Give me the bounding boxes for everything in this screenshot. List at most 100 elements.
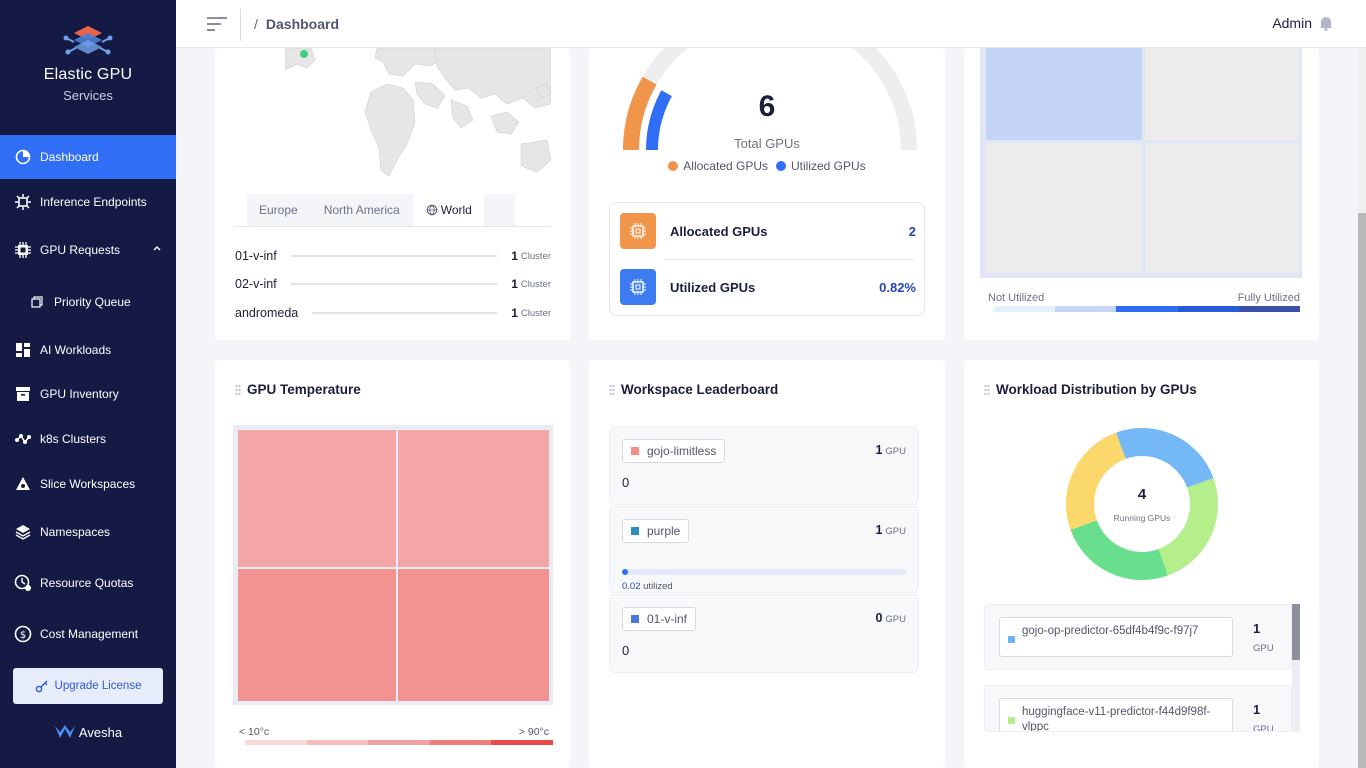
sidebar-item-ai-workloads[interactable]: AI Workloads — [0, 328, 176, 372]
treemap-cell[interactable] — [986, 143, 1142, 273]
breadcrumb-separator: / — [254, 16, 258, 32]
sidebar-item-cost-management[interactable]: $ Cost Management — [0, 612, 176, 656]
world-map[interactable] — [285, 48, 551, 194]
sidebar-item-label: GPU Inventory — [40, 387, 119, 401]
workspace-name: purple — [647, 524, 681, 538]
user-menu[interactable]: Admin — [1272, 15, 1334, 31]
sidebar-item-gpu-requests[interactable]: GPU Requests — [0, 228, 176, 272]
cluster-count: 1 — [511, 249, 518, 263]
page-scrollbar[interactable] — [1358, 48, 1366, 768]
legend-utilized-label: Utilized GPUs — [791, 159, 866, 173]
gpu-temperature-card: GPU Temperature < 10°c > 90°c — [215, 360, 570, 768]
allocated-gpus-label: Allocated GPUs — [670, 223, 768, 239]
sidebar-item-namespaces[interactable]: Namespaces — [0, 510, 176, 554]
total-gpus-label: Total GPUs — [734, 136, 800, 151]
cluster-row[interactable]: andromeda 1 Cluster — [235, 303, 551, 323]
upgrade-license-label: Upgrade License — [54, 680, 142, 692]
treemap-cell[interactable] — [1145, 48, 1300, 140]
workload-name: huggingface-v11-predictor-f44d9f98f-vlpp… — [1022, 706, 1211, 732]
leaderboard-item[interactable]: purple 1 GPU 0.02 utilized — [609, 506, 919, 593]
utilization-treemap — [980, 48, 1302, 278]
cluster-nodes-icon — [14, 430, 32, 448]
workspace-gpus: 0 GPU — [875, 611, 906, 625]
workspace-color-icon — [631, 615, 639, 623]
sidebar-item-label: Slice Workspaces — [40, 477, 136, 491]
utilization-legend-bar — [994, 306, 1301, 312]
utilization-progress-fill — [622, 569, 628, 575]
legend-utilized: Utilized GPUs — [776, 159, 866, 173]
inventory-box-icon — [14, 385, 32, 403]
gpu-count: 1 — [875, 523, 883, 537]
workspace-icon — [14, 475, 32, 493]
divider — [664, 259, 914, 260]
card-title: Workspace Leaderboard — [609, 382, 778, 397]
quota-clock-icon — [14, 574, 32, 592]
cluster-count: 1 — [511, 277, 518, 291]
workload-item[interactable]: huggingface-v11-predictor-f44d9f98f-vlpp… — [984, 685, 1292, 732]
treemap-cell[interactable] — [398, 569, 549, 701]
treemap-cell[interactable] — [1145, 143, 1300, 273]
divider — [235, 226, 551, 227]
bell-icon[interactable] — [1318, 15, 1334, 31]
treemap-cell[interactable] — [238, 430, 396, 567]
sidebar-item-resource-quotas[interactable]: Resource Quotas — [0, 561, 176, 605]
cost-coin-icon: $ — [14, 625, 32, 643]
cluster-unit: Cluster — [520, 307, 551, 319]
leaderboard-item[interactable]: 01-v-inf 0 GPU 0 — [609, 594, 919, 673]
breadcrumb-current[interactable]: Dashboard — [266, 16, 339, 32]
leaderboard-item[interactable]: gojo-limitless 1 GPU 0 — [609, 426, 919, 505]
workload-list-scrollbar[interactable] — [1292, 604, 1300, 732]
cluster-bar — [312, 312, 498, 314]
sidebar-item-dashboard[interactable]: Dashboard — [0, 135, 176, 179]
treemap-cell[interactable] — [986, 48, 1142, 140]
card-title-label: Workspace Leaderboard — [621, 382, 779, 397]
workload-gpu-count: 1 — [1253, 621, 1261, 636]
sidebar-item-k8s-clusters[interactable]: k8s Clusters — [0, 417, 176, 461]
scrollbar-thumb[interactable] — [1292, 604, 1300, 660]
tab-europe[interactable]: Europe — [247, 194, 310, 226]
workload-gpu-unit: GPU — [1253, 643, 1274, 654]
chevron-up-icon[interactable] — [152, 243, 162, 253]
treemap-cell[interactable] — [238, 569, 396, 701]
layers-icon — [14, 523, 32, 541]
drag-handle-icon[interactable] — [609, 384, 615, 396]
sidebar-item-priority-queue[interactable]: Priority Queue — [0, 280, 176, 324]
breadcrumb: / Dashboard — [254, 16, 339, 32]
app-logo: Elastic GPU Services — [0, 24, 176, 103]
utilization-value: 0.02 — [622, 581, 641, 592]
drag-handle-icon[interactable] — [984, 384, 990, 396]
menu-toggle-icon[interactable] — [206, 16, 228, 32]
gpu-unit: GPU — [885, 446, 906, 457]
workload-item[interactable]: gojo-op-predictor-65df4b4f9c-f97j7 1 GPU — [984, 604, 1292, 670]
tab-world-label: World — [440, 203, 472, 217]
sidebar-item-slice-workspaces[interactable]: Slice Workspaces — [0, 462, 176, 506]
sidebar-item-gpu-inventory[interactable]: GPU Inventory — [0, 372, 176, 416]
cluster-count: 1 — [511, 306, 518, 320]
cluster-row[interactable]: 01-v-inf 1 Cluster — [235, 246, 551, 266]
legend-allocated: Allocated GPUs — [668, 159, 768, 173]
cluster-row[interactable]: 02-v-inf 1 Cluster — [235, 274, 551, 294]
header-divider — [240, 9, 241, 41]
allocated-chip-icon — [620, 213, 656, 249]
workspace-color-icon — [631, 447, 639, 455]
legend-low-label: < 10°c — [239, 726, 270, 738]
utilization-text: 0.02 utilized — [622, 581, 673, 592]
workload-donut[interactable] — [1064, 426, 1220, 582]
sidebar-item-label: Priority Queue — [54, 295, 131, 309]
tab-world[interactable]: World — [413, 194, 484, 226]
map-region-tabs: Europe North America World — [247, 194, 515, 226]
upgrade-license-button[interactable]: Upgrade License — [13, 668, 163, 704]
allocated-gpus-row: Allocated GPUs 2 — [620, 211, 916, 251]
card-title: Workload Distribution by GPUs — [984, 382, 1197, 397]
sidebar-item-inference-endpoints[interactable]: Inference Endpoints — [0, 180, 176, 224]
gpu-stats-box: Allocated GPUs 2 Utilized GPUs 0.82% — [609, 202, 925, 316]
tab-north-america[interactable]: North America — [310, 194, 414, 226]
gpu-count: 0 — [875, 611, 883, 625]
scrollbar-thumb[interactable] — [1358, 213, 1366, 768]
treemap-cell[interactable] — [398, 430, 549, 567]
sidebar-item-label: Dashboard — [40, 150, 99, 164]
utilized-gpus-row: Utilized GPUs 0.82% — [620, 267, 916, 307]
legend-allocated-label: Allocated GPUs — [683, 159, 768, 173]
drag-handle-icon[interactable] — [235, 384, 241, 396]
workspace-color-icon — [631, 527, 639, 535]
